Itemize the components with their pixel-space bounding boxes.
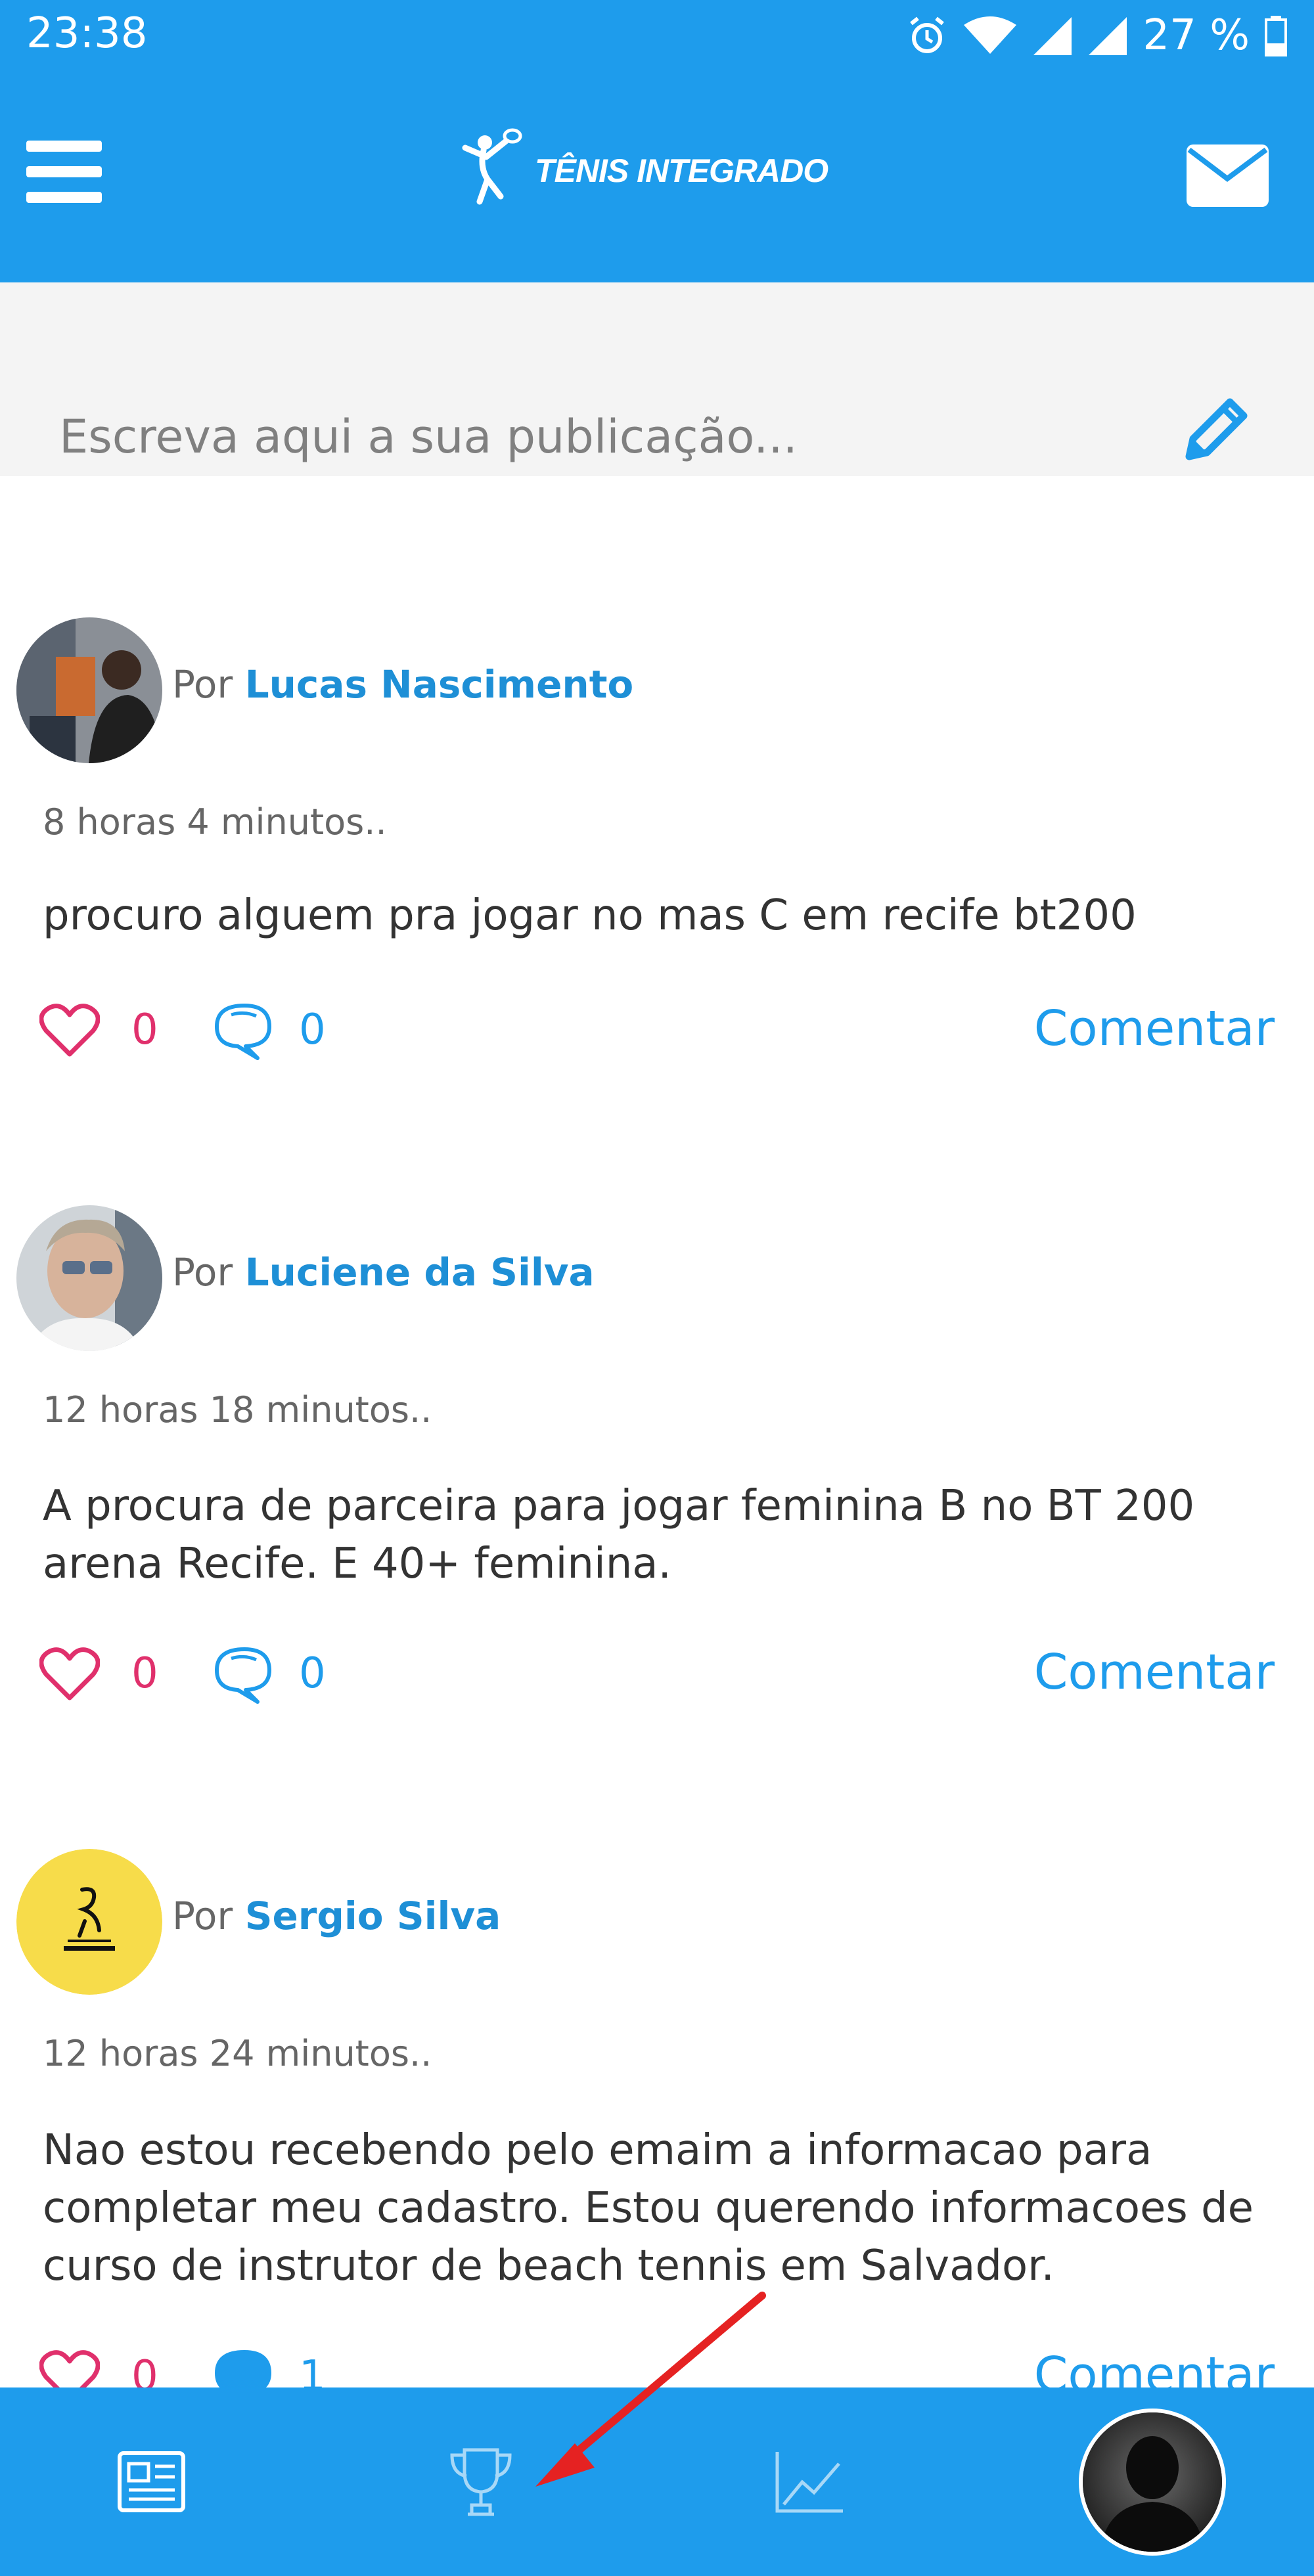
heart-icon[interactable] bbox=[39, 1002, 100, 1058]
post-body: Nao estou recebendo pelo emaim a informa… bbox=[43, 2126, 1254, 2290]
author-avatar[interactable] bbox=[16, 1849, 162, 1995]
newspaper-icon bbox=[117, 2451, 185, 2512]
post-body: A procura de parceira para jogar feminin… bbox=[43, 1482, 1195, 1588]
post-actions: 0 0 Comentar bbox=[39, 1639, 1275, 1704]
like-count: 0 bbox=[131, 1649, 158, 1698]
author-avatar[interactable] bbox=[16, 1205, 162, 1351]
comment-button[interactable]: Comentar bbox=[1034, 1000, 1275, 1057]
nav-feed[interactable] bbox=[99, 2387, 204, 2576]
profile-avatar[interactable] bbox=[1079, 2409, 1226, 2556]
author-name-link[interactable]: Lucas Nascimento bbox=[245, 662, 634, 707]
status-time: 23:38 bbox=[26, 9, 148, 58]
app-header: 23:38 27 % TÊNIS INTEGRADO bbox=[0, 0, 1314, 282]
post-byline: Por Sergio Silva bbox=[172, 1894, 501, 1938]
comment-count: 0 bbox=[299, 1649, 326, 1698]
post-body: procuro alguem pra jogar no mas C em rec… bbox=[43, 891, 1137, 940]
alarm-icon bbox=[910, 16, 945, 53]
battery-percent: 27 % bbox=[1143, 11, 1250, 60]
pencil-icon[interactable] bbox=[1183, 394, 1252, 463]
by-prefix: Por bbox=[172, 662, 233, 707]
post-byline: Por Luciene da Silva bbox=[172, 1250, 595, 1295]
comment-button[interactable]: Comentar bbox=[1034, 1644, 1275, 1700]
comment-count: 0 bbox=[299, 1006, 326, 1054]
battery-icon bbox=[1265, 16, 1287, 56]
comment-bubble-icon[interactable] bbox=[212, 1645, 275, 1704]
app-logo: TÊNIS INTEGRADO bbox=[460, 128, 828, 213]
compose-area bbox=[0, 282, 1314, 476]
author-name-link[interactable]: Sergio Silva bbox=[245, 1894, 501, 1938]
post-byline: Por Lucas Nascimento bbox=[172, 662, 633, 707]
hamburger-menu-icon[interactable] bbox=[26, 138, 102, 204]
signal-icon-2 bbox=[1089, 17, 1127, 55]
tennis-player-logo-icon bbox=[462, 128, 522, 205]
wifi-icon bbox=[964, 16, 1017, 54]
by-prefix: Por bbox=[172, 1250, 233, 1295]
trophy-icon bbox=[450, 2448, 512, 2516]
status-icons: 27 % bbox=[906, 9, 1288, 62]
comment-bubble-icon[interactable] bbox=[212, 1002, 275, 1061]
nav-stats[interactable] bbox=[757, 2387, 862, 2576]
author-avatar[interactable] bbox=[16, 617, 162, 763]
by-prefix: Por bbox=[172, 1894, 233, 1938]
chart-icon bbox=[775, 2451, 843, 2512]
post-actions: 0 0 Comentar bbox=[39, 995, 1275, 1061]
post-timestamp: 8 horas 4 minutos.. bbox=[43, 801, 387, 843]
bottom-navigation bbox=[0, 2387, 1314, 2576]
post-timestamp: 12 horas 24 minutos.. bbox=[43, 2033, 432, 2074]
app-name: TÊNIS INTEGRADO bbox=[535, 152, 828, 189]
heart-icon[interactable] bbox=[39, 1645, 100, 1702]
post-timestamp: 12 horas 18 minutos.. bbox=[43, 1389, 432, 1431]
author-name-link[interactable]: Luciene da Silva bbox=[245, 1250, 595, 1295]
mail-icon[interactable] bbox=[1187, 144, 1269, 207]
nav-rankings[interactable] bbox=[428, 2387, 533, 2576]
signal-icon bbox=[1033, 17, 1072, 55]
like-count: 0 bbox=[131, 1006, 158, 1054]
post-input[interactable] bbox=[59, 411, 1110, 463]
